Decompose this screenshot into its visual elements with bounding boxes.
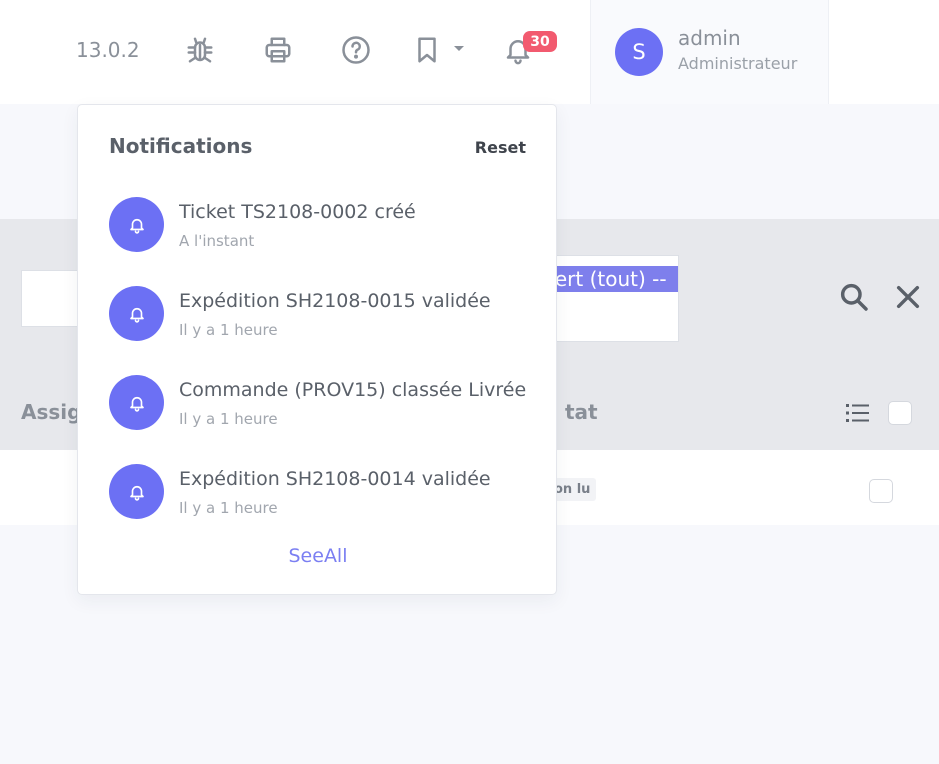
user-role: Administrateur <box>678 54 798 73</box>
bell-icon <box>109 464 164 519</box>
notification-time: Il y a 1 heure <box>179 499 278 517</box>
select-all-checkbox[interactable] <box>888 401 912 425</box>
notification-title: Ticket TS2108-0002 créé <box>179 201 416 223</box>
notification-item[interactable]: Expédition SH2108-0015 validée Il y a 1 … <box>109 286 529 346</box>
search-button[interactable] <box>838 281 870 313</box>
notification-time: Il y a 1 heure <box>179 410 278 428</box>
list-icon[interactable] <box>845 401 871 425</box>
bell-icon <box>109 197 164 252</box>
notification-title: Commande (PROV15) classée Livrée <box>179 379 527 401</box>
clear-filters-button[interactable] <box>892 281 924 313</box>
notification-item[interactable]: Commande (PROV15) classée Livrée Il y a … <box>109 375 529 435</box>
printer-icon[interactable] <box>261 32 295 68</box>
notification-time: Il y a 1 heure <box>179 321 278 339</box>
search-icon <box>840 283 868 311</box>
notifications-dropdown: Notifications Reset Ticket TS2108-0002 c… <box>77 104 557 595</box>
close-icon <box>896 285 920 309</box>
column-header-status: tat <box>565 400 598 424</box>
notification-count-badge[interactable]: 30 <box>523 31 557 52</box>
notification-title: Expédition SH2108-0015 validée <box>179 290 491 312</box>
user-name: admin <box>678 26 741 50</box>
notification-item[interactable]: Ticket TS2108-0002 créé A l'instant <box>109 197 529 257</box>
notification-title: Expédition SH2108-0014 validée <box>179 468 491 490</box>
version-label: 13.0.2 <box>76 38 140 62</box>
reset-button[interactable]: Reset <box>475 138 526 157</box>
row-checkbox[interactable] <box>869 479 893 503</box>
see-all-link[interactable]: SeeAll <box>78 545 558 567</box>
notification-item[interactable]: Expédition SH2108-0014 validée Il y a 1 … <box>109 464 529 524</box>
avatar[interactable]: S <box>615 28 663 76</box>
bell-icon <box>109 286 164 341</box>
bookmark-icon[interactable] <box>410 32 444 68</box>
column-header-assignee: Assig <box>21 400 82 424</box>
help-icon[interactable] <box>339 32 373 68</box>
top-bar: 13.0.2 30 S admin Administrateur <box>0 0 939 104</box>
bug-icon[interactable] <box>183 32 217 68</box>
bell-icon <box>109 375 164 430</box>
notification-time: A l'instant <box>179 232 255 250</box>
user-menu[interactable]: S admin Administrateur <box>590 0 829 104</box>
status-select-option[interactable]: vert (tout) -- <box>541 266 678 292</box>
status-select[interactable]: vert (tout) -- <box>540 255 679 342</box>
chevron-down-icon[interactable] <box>454 46 464 51</box>
notifications-title: Notifications <box>109 134 253 158</box>
